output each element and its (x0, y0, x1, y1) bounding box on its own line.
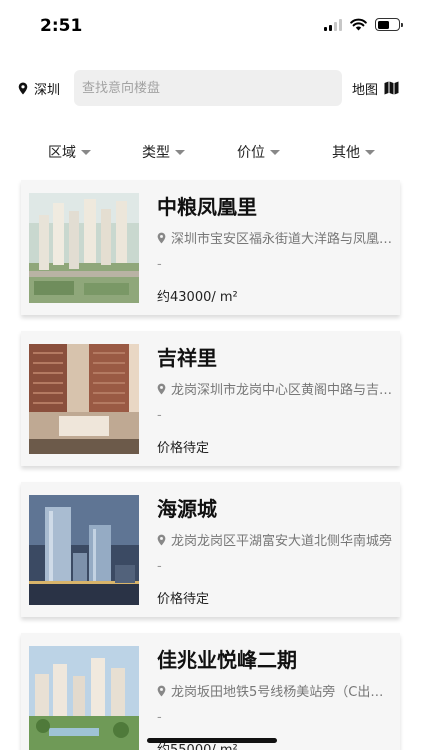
city-label: 深圳 (34, 82, 61, 98)
property-card[interactable]: 吉祥里 龙岗深圳市龙岗中心区黄阁中路与吉祥路交汇处 - 价格待定 (21, 331, 400, 466)
property-address: 龙岗坂田地铁5号线杨美站旁（C出口） (157, 681, 393, 700)
filter-type[interactable]: 类型 (142, 138, 185, 166)
property-card[interactable]: 佳兆业悦峰二期 龙岗坂田地铁5号线杨美站旁（C出口） - 约55000/ m² (21, 633, 400, 750)
caret-down-icon (270, 149, 280, 155)
property-image (29, 193, 139, 303)
address-text: 龙岗坂田地铁5号线杨美站旁（C出口） (171, 685, 393, 700)
property-image (29, 646, 139, 750)
property-name: 中粮凤凰里 (157, 195, 257, 219)
filter-bar: 区域 类型 价位 其他 (0, 138, 422, 166)
status-bar: 2:51 (0, 0, 422, 52)
caret-down-icon (175, 149, 185, 155)
property-address: 深圳市宝安区福永街道大洋路与凤凰路交汇处 (157, 228, 393, 247)
caret-down-icon (81, 149, 91, 155)
address-text: 龙岗龙岗区平湖富安大道北侧华南城旁 (171, 534, 393, 549)
caret-down-icon (365, 149, 375, 155)
city-selector[interactable]: 深圳 (18, 70, 60, 106)
filter-area[interactable]: 区域 (48, 138, 91, 166)
property-card[interactable]: 海源城 龙岗龙岗区平湖富安大道北侧华南城旁 - 价格待定 (21, 482, 400, 617)
property-image (29, 344, 139, 454)
property-subtitle: - (157, 710, 162, 725)
property-price: 约43000/ m² (157, 290, 238, 305)
property-subtitle: - (157, 408, 162, 423)
filter-price[interactable]: 价位 (237, 138, 280, 166)
property-subtitle: - (157, 257, 162, 272)
search-row: 深圳 地图 (0, 70, 422, 106)
property-price: 价格待定 (157, 592, 210, 607)
address-text: 深圳市宝安区福永街道大洋路与凤凰路交汇处 (171, 232, 393, 247)
status-icons (324, 18, 403, 31)
filter-other[interactable]: 其他 (332, 138, 375, 166)
address-text: 龙岗深圳市龙岗中心区黄阁中路与吉祥路交汇处 (171, 383, 393, 398)
property-price: 价格待定 (157, 441, 210, 456)
property-address: 龙岗龙岗区平湖富安大道北侧华南城旁 (157, 530, 393, 549)
property-image (29, 495, 139, 605)
map-label: 地图 (352, 82, 379, 98)
location-pin-icon (18, 82, 28, 94)
property-address: 龙岗深圳市龙岗中心区黄阁中路与吉祥路交汇处 (157, 379, 393, 398)
filter-label: 价位 (237, 145, 265, 161)
filter-label: 其他 (332, 145, 360, 161)
location-pin-icon (157, 685, 166, 696)
wifi-icon (350, 18, 367, 31)
location-pin-icon (157, 383, 166, 394)
status-time: 2:51 (40, 16, 83, 36)
property-card[interactable]: 中粮凤凰里 深圳市宝安区福永街道大洋路与凤凰路交汇处 - 约43000/ m² (21, 180, 400, 315)
cellular-signal-icon (324, 18, 342, 31)
property-name: 吉祥里 (157, 346, 217, 370)
home-indicator[interactable] (147, 738, 277, 743)
location-pin-icon (157, 232, 166, 243)
property-subtitle: - (157, 559, 162, 574)
property-name: 佳兆业悦峰二期 (157, 648, 297, 672)
property-name: 海源城 (157, 497, 217, 521)
location-pin-icon (157, 534, 166, 545)
search-input[interactable] (74, 70, 342, 106)
battery-icon (375, 18, 403, 31)
filter-label: 区域 (48, 145, 76, 161)
map-icon (384, 81, 399, 95)
filter-label: 类型 (142, 145, 170, 161)
map-button[interactable]: 地图 (352, 70, 399, 106)
